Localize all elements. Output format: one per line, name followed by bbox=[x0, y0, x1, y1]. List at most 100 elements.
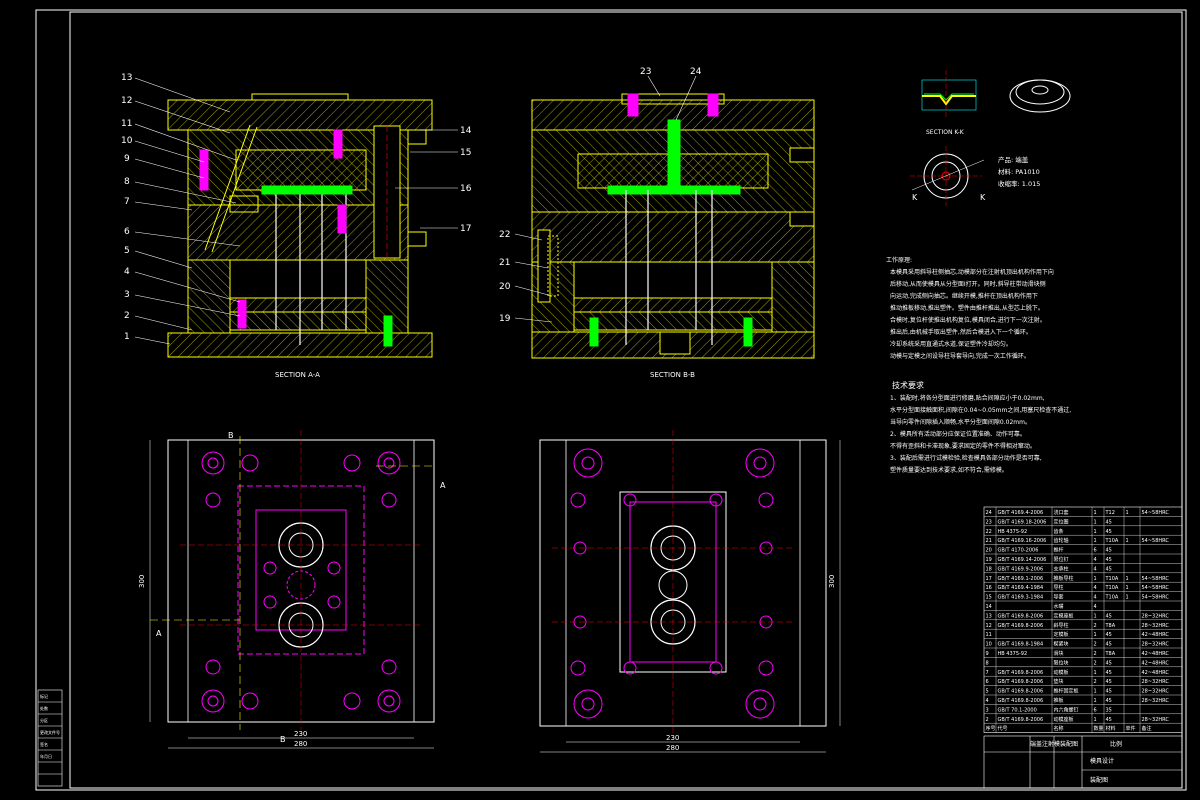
bom-cell: 1 bbox=[1094, 717, 1097, 723]
bom-cell: 推板导柱 bbox=[1054, 575, 1074, 582]
callout-14: 14 bbox=[460, 126, 472, 136]
bom-cell: 42~48HRC bbox=[1142, 651, 1170, 657]
bom-cell: 1 bbox=[1094, 632, 1097, 638]
svg-text:标记: 标记 bbox=[40, 693, 48, 699]
svg-text:动模与定模之间设导柱导套导向,完成一次工作循环。: 动模与定模之间设导柱导套导向,完成一次工作循环。 bbox=[890, 352, 1030, 360]
bom-cell: 楔紧块 bbox=[1054, 641, 1069, 648]
bom-cell: 2 bbox=[986, 717, 989, 723]
product-material: 材料: PA1010 bbox=[998, 167, 1040, 176]
title-scale: 比例 bbox=[1110, 740, 1122, 748]
bom-cell: GB/T 4169.1-2006 bbox=[998, 576, 1044, 582]
bom-cell: 4 bbox=[1094, 595, 1097, 601]
callout-3: 3 bbox=[124, 290, 130, 300]
title-block bbox=[983, 735, 1183, 789]
cad-drawing-canvas: 标记 处数 分区 更改文件号 签名 年月日 13 12 11 10 9 8 7 … bbox=[35, 9, 1187, 791]
callout-20: 20 bbox=[499, 282, 511, 292]
bom-cell: 45 bbox=[1106, 698, 1112, 704]
bom-cell: 13 bbox=[986, 613, 992, 619]
callout-6: 6 bbox=[124, 227, 130, 237]
bom-cell: 22 bbox=[986, 529, 992, 535]
bom-cell: 齿条 bbox=[1054, 528, 1064, 535]
callout-10: 10 bbox=[121, 136, 133, 146]
bom-cell: 28~32HRC bbox=[1142, 689, 1170, 695]
svg-text:合模时,复位杆使推出机构复位,模具闭合,进行下一次注射。: 合模时,复位杆使推出机构复位,模具闭合,进行下一次注射。 bbox=[890, 316, 1046, 324]
bom-cell: 1 bbox=[1094, 519, 1097, 525]
bom-cell: 4 bbox=[1094, 566, 1097, 572]
bom-cell: 54~58HRC bbox=[1142, 595, 1170, 601]
callout-4: 4 bbox=[124, 267, 130, 277]
bom-cell: 1 bbox=[1094, 576, 1097, 582]
bom-cell: 6 bbox=[1094, 707, 1097, 713]
bom-cell: 45 bbox=[1106, 566, 1112, 572]
bom-cell: 内六角螺钉 bbox=[1054, 706, 1079, 713]
bom-header-cell: 单件 bbox=[1126, 725, 1136, 732]
section-b-b-label: SECTION B-B bbox=[650, 371, 695, 379]
cut-letter-b-bottom: B bbox=[280, 735, 286, 744]
callout-1: 1 bbox=[124, 332, 130, 342]
callout-12: 12 bbox=[121, 96, 132, 106]
bom-cell: 4 bbox=[1094, 585, 1097, 591]
technical-requirements: 技术要求 1、装配时,将各分型面进行修磨,贴合间隙应小于0.02mm, 水平分型… bbox=[890, 380, 1071, 474]
svg-text:本模具采用斜导柱侧抽芯,动模部分在注射机顶出机构作用下向: 本模具采用斜导柱侧抽芯,动模部分在注射机顶出机构作用下向 bbox=[890, 268, 1054, 276]
bom-cell: 1 bbox=[1094, 538, 1097, 544]
bom-cell: 3 bbox=[986, 707, 989, 713]
bom-header-cell: 数量 bbox=[1094, 725, 1104, 732]
callout-21: 21 bbox=[499, 258, 510, 268]
product-name: 产品: 端盖 bbox=[998, 155, 1029, 164]
bom-cell: GB/T 4169.8-2006 bbox=[998, 689, 1044, 695]
callout-24: 24 bbox=[690, 67, 702, 77]
bom-cell: 2 bbox=[1094, 679, 1097, 685]
side-revision-panel bbox=[37, 689, 63, 787]
bom-cell: GB/T 4169.4-1984 bbox=[998, 585, 1044, 591]
bom-cell: 1 bbox=[1094, 510, 1097, 516]
bom-cell: GB/T 4169.9-2006 bbox=[998, 566, 1044, 572]
bom-cell: 17 bbox=[986, 576, 992, 582]
bom-cell: 45 bbox=[1106, 632, 1112, 638]
cut-letter-k-right: K bbox=[980, 193, 986, 202]
bom-cell: 54~58HRC bbox=[1142, 585, 1170, 591]
bom-cell: 42~48HRC bbox=[1142, 660, 1170, 666]
bom-cell: 6 bbox=[1094, 548, 1097, 554]
bom-cell: GB/T 4169.8-2006 bbox=[998, 698, 1044, 704]
bom-cell: 2 bbox=[1094, 623, 1097, 629]
bom-cell: 28~32HRC bbox=[1142, 698, 1170, 704]
svg-text:1、装配时,将各分型面进行修磨,贴合间隙应小于0.02mm,: 1、装配时,将各分型面进行修磨,贴合间隙应小于0.02mm, bbox=[890, 394, 1045, 402]
bill-of-materials: 24 GB/T 4169.4-2006 浇口套 1 T12 1 54~58HRC23 GB/T… bbox=[983, 506, 1183, 733]
bom-cell: 45 bbox=[1106, 670, 1112, 676]
cut-letter-k-left: K bbox=[912, 193, 918, 202]
bom-cell: 28~32HRC bbox=[1142, 679, 1170, 685]
bom-cell: 45 bbox=[1106, 660, 1112, 666]
bom-cell: 推杆固定板 bbox=[1054, 688, 1079, 695]
bom-cell: 45 bbox=[1106, 529, 1112, 535]
svg-text:签名: 签名 bbox=[40, 741, 48, 747]
bom-cell: 54~58HRC bbox=[1142, 538, 1170, 544]
cut-letter-b-top: B bbox=[228, 431, 234, 440]
bom-cell: 4 bbox=[986, 698, 989, 704]
bom-cell: 滑块 bbox=[1054, 650, 1064, 657]
bom-cell: T10A bbox=[1105, 538, 1119, 544]
bom-header-cell: 名称 bbox=[1054, 725, 1064, 732]
callout-23: 23 bbox=[640, 67, 651, 77]
svg-text:后移动,从而使模具从分型面I打开。同时,斜导柱带动滑块侧: 后移动,从而使模具从分型面I打开。同时,斜导柱带动滑块侧 bbox=[890, 280, 1046, 288]
bom-cell: T10A bbox=[1105, 585, 1119, 591]
bom-cell: 限位块 bbox=[1054, 659, 1069, 666]
bom-cell: 2 bbox=[1094, 651, 1097, 657]
svg-text:推动推板移动,推出塑件。塑件由推杆推出,从型芯上脱下。: 推动推板移动,推出塑件。塑件由推杆推出,从型芯上脱下。 bbox=[890, 304, 1044, 312]
bom-cell: 6 bbox=[986, 679, 989, 685]
bom-cell: 15 bbox=[986, 595, 992, 601]
bom-cell: 定模板 bbox=[1054, 631, 1069, 638]
bom-cell: 水嘴 bbox=[1054, 603, 1064, 610]
bom-cell: 1 bbox=[1094, 698, 1097, 704]
bom-header-cell: 代号 bbox=[998, 725, 1008, 732]
product-shrink: 收缩率: 1.015 bbox=[998, 179, 1040, 188]
bom-cell: 推杆 bbox=[1054, 547, 1064, 554]
bom-cell: 10 bbox=[986, 642, 992, 648]
bom-cell: GB/T 70.1-2000 bbox=[998, 707, 1037, 713]
bom-cell: GB/T 4169.8-2006 bbox=[998, 679, 1044, 685]
bom-cell: 动模板 bbox=[1054, 669, 1069, 676]
bom-cell: 11 bbox=[986, 632, 992, 638]
drawing-name: 端盖注射模装配图 bbox=[1030, 740, 1078, 748]
bom-cell: 42~48HRC bbox=[1142, 670, 1170, 676]
bom-cell: 9 bbox=[986, 651, 989, 657]
callout-17: 17 bbox=[460, 224, 471, 234]
